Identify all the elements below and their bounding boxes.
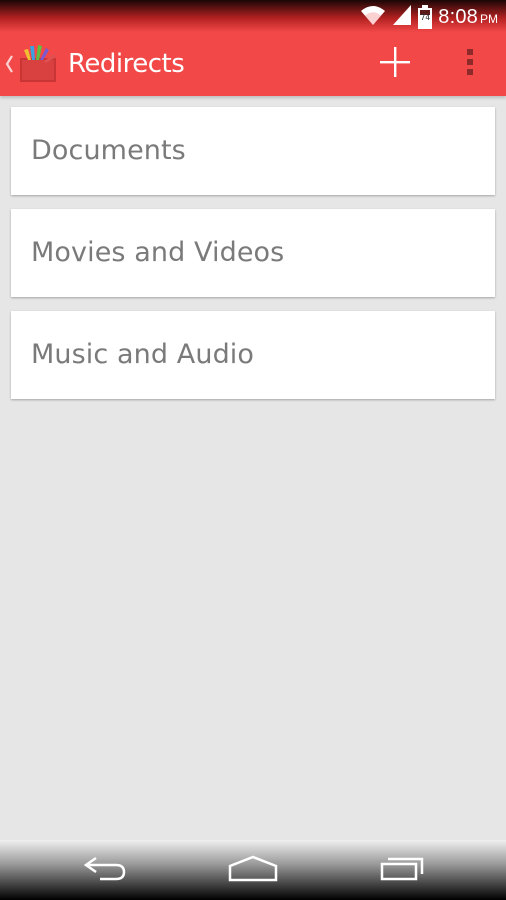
list-item-label: Documents (31, 135, 186, 166)
add-icon (378, 45, 412, 84)
action-bar: Redirects (0, 32, 506, 96)
status-icons: 74 8:08 PM (360, 4, 498, 30)
action-bar-title: Redirects (68, 49, 185, 79)
status-time: 8:08 (438, 5, 478, 28)
wifi-icon (360, 4, 386, 31)
recent-apps-button[interactable] (366, 850, 438, 890)
list-item-music-and-audio[interactable]: Music and Audio (11, 311, 495, 399)
overflow-menu-button[interactable] (450, 44, 490, 84)
home-icon (227, 854, 279, 887)
battery-level: 74 (420, 13, 431, 22)
back-button[interactable] (70, 850, 142, 890)
signal-icon (392, 4, 412, 31)
list-item-label: Movies and Videos (31, 237, 285, 268)
list-item-movies-and-videos[interactable]: Movies and Videos (11, 209, 495, 297)
status-clock: 8:08 PM (438, 6, 498, 29)
status-ampm: PM (480, 11, 498, 26)
recent-apps-icon (378, 854, 426, 887)
app-logo-icon[interactable] (18, 44, 62, 84)
navigation-bar (0, 840, 506, 900)
status-bar: 74 8:08 PM (0, 0, 506, 32)
back-icon (82, 853, 130, 888)
battery-icon: 74 (418, 5, 433, 29)
list-item-label: Music and Audio (31, 339, 255, 370)
overflow-menu-icon (465, 47, 475, 82)
add-button[interactable] (368, 44, 422, 84)
up-chevron-icon[interactable] (4, 52, 14, 76)
list-item-documents[interactable]: Documents (11, 107, 495, 195)
home-button[interactable] (217, 850, 289, 890)
